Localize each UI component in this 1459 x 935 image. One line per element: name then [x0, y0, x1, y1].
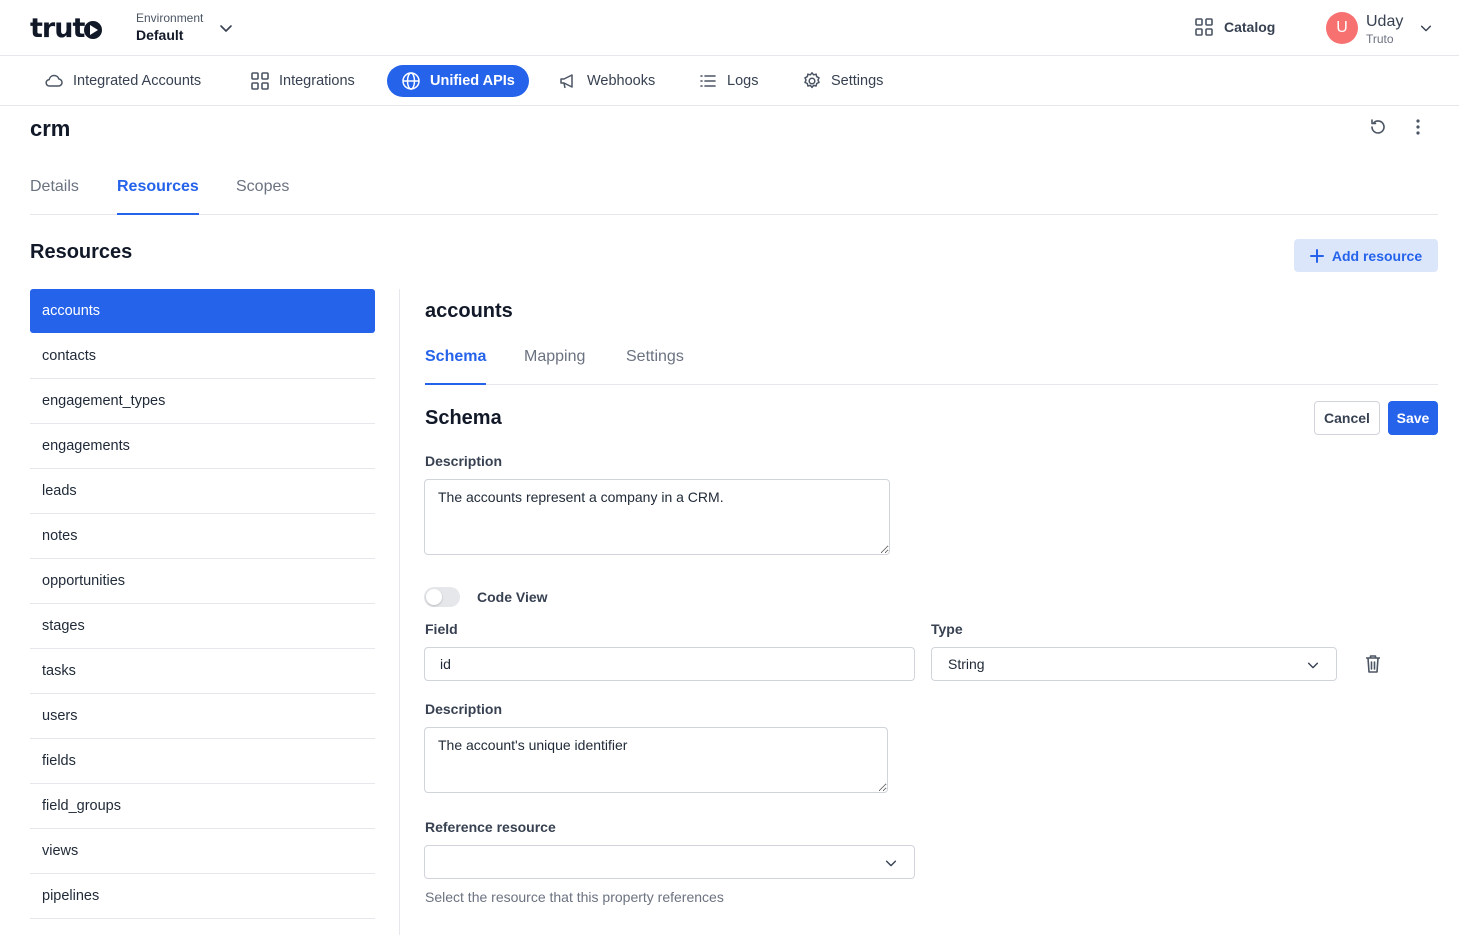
add-resource-button[interactable]: Add resource	[1294, 239, 1438, 272]
megaphone-icon	[560, 74, 573, 89]
tab-details[interactable]: Details	[30, 166, 79, 215]
nav-label: Integrated Accounts	[73, 73, 202, 89]
avatar[interactable]: U	[1326, 12, 1358, 44]
list-item[interactable]: opportunities	[30, 559, 375, 604]
nav-label: Webhooks	[587, 73, 656, 89]
nav-label: Logs	[727, 73, 759, 89]
main-nav: Integrated Accounts Integrations Unified…	[0, 57, 1459, 106]
nav-label: Integrations	[279, 73, 355, 89]
code-view-toggle[interactable]	[424, 587, 460, 607]
list-item[interactable]: views	[30, 829, 375, 874]
tab-resources[interactable]: Resources	[117, 166, 199, 215]
resource-list: accounts contacts engagement_types engag…	[30, 289, 375, 919]
resource-title: accounts	[425, 300, 513, 322]
nav-unified-apis[interactable]: Unified APIs	[387, 65, 529, 97]
nav-webhooks[interactable]: Webhooks	[544, 65, 669, 97]
toggle-knob	[426, 589, 442, 605]
logo-text: trut	[30, 13, 85, 44]
list-icon	[700, 75, 716, 87]
resource-tabs: Schema Mapping Settings	[425, 336, 1438, 385]
list-item[interactable]: pipelines	[30, 874, 375, 919]
plus-icon	[1309, 248, 1324, 263]
catalog-label: Catalog	[1224, 19, 1276, 35]
truto-logo[interactable]: trut	[30, 13, 103, 44]
nav-settings[interactable]: Settings	[788, 65, 897, 97]
tab-mapping[interactable]: Mapping	[524, 336, 585, 385]
code-view-label: Code View	[477, 589, 548, 605]
environment-label: Environment	[136, 11, 204, 25]
user-menu[interactable]: Uday Truto	[1366, 12, 1403, 46]
chevron-down-icon[interactable]	[1419, 21, 1433, 35]
cloud-icon	[45, 74, 63, 87]
globe-icon	[402, 72, 420, 90]
user-org: Truto	[1366, 32, 1394, 46]
type-value: String	[948, 656, 985, 672]
list-item[interactable]: engagement_types	[30, 379, 375, 424]
list-item[interactable]: stages	[30, 604, 375, 649]
field-description-field[interactable]: The account's unique identifier	[424, 727, 888, 793]
description-label: Description	[425, 453, 503, 469]
reference-resource-select[interactable]	[424, 845, 915, 879]
page-tabs: Details Resources Scopes	[30, 166, 1438, 215]
add-resource-label: Add resource	[1331, 247, 1423, 264]
environment-selector[interactable]: Environment Default	[136, 11, 203, 44]
list-item[interactable]: fields	[30, 739, 375, 784]
list-item[interactable]: engagements	[30, 424, 375, 469]
page-title: crm	[30, 116, 71, 141]
tab-resource-settings[interactable]: Settings	[626, 336, 684, 385]
list-item[interactable]: leads	[30, 469, 375, 514]
nav-integrated-accounts[interactable]: Integrated Accounts	[30, 65, 215, 97]
reference-helper-text: Select the resource that this property r…	[425, 889, 724, 905]
list-item[interactable]: field_groups	[30, 784, 375, 829]
trash-icon[interactable]	[1364, 654, 1382, 674]
list-item[interactable]: accounts	[30, 289, 375, 333]
user-name: Uday	[1366, 13, 1404, 30]
catalog-button[interactable]: Catalog	[1194, 17, 1275, 37]
schema-title: Schema	[425, 407, 502, 429]
logo-play-icon	[84, 20, 103, 39]
grid-icon	[1195, 18, 1213, 36]
nav-integrations[interactable]: Integrations	[236, 65, 369, 97]
field-description-label: Description	[425, 701, 503, 717]
nav-label: Unified APIs	[430, 73, 515, 89]
field-name-input[interactable]	[424, 647, 915, 681]
chevron-down-icon	[885, 860, 897, 867]
more-vertical-icon[interactable]	[1408, 117, 1428, 137]
description-field[interactable]: The accounts represent a company in a CR…	[424, 479, 890, 555]
chevron-down-icon	[1307, 662, 1319, 669]
gear-icon	[804, 72, 820, 89]
list-item[interactable]: notes	[30, 514, 375, 559]
resources-title: Resources	[30, 241, 133, 263]
tab-scopes[interactable]: Scopes	[236, 166, 289, 215]
tab-schema[interactable]: Schema	[425, 336, 487, 385]
list-item[interactable]: contacts	[30, 334, 375, 379]
list-item[interactable]: users	[30, 694, 375, 739]
type-select[interactable]: String	[931, 647, 1337, 681]
reference-resource-label: Reference resource	[425, 819, 556, 835]
environment-value: Default	[136, 27, 184, 43]
chevron-down-icon[interactable]	[218, 20, 234, 36]
nav-logs[interactable]: Logs	[684, 65, 772, 97]
save-button[interactable]: Save	[1388, 401, 1438, 435]
top-bar: trut Environment Default Catalog U Uday …	[0, 0, 1459, 56]
panel-divider	[399, 289, 400, 935]
field-label: Field	[425, 621, 458, 637]
type-label: Type	[931, 621, 963, 637]
list-item[interactable]: tasks	[30, 649, 375, 694]
cancel-button[interactable]: Cancel	[1314, 401, 1380, 435]
nav-label: Settings	[831, 73, 884, 89]
refresh-icon[interactable]	[1368, 117, 1388, 137]
grid-icon	[251, 72, 269, 90]
